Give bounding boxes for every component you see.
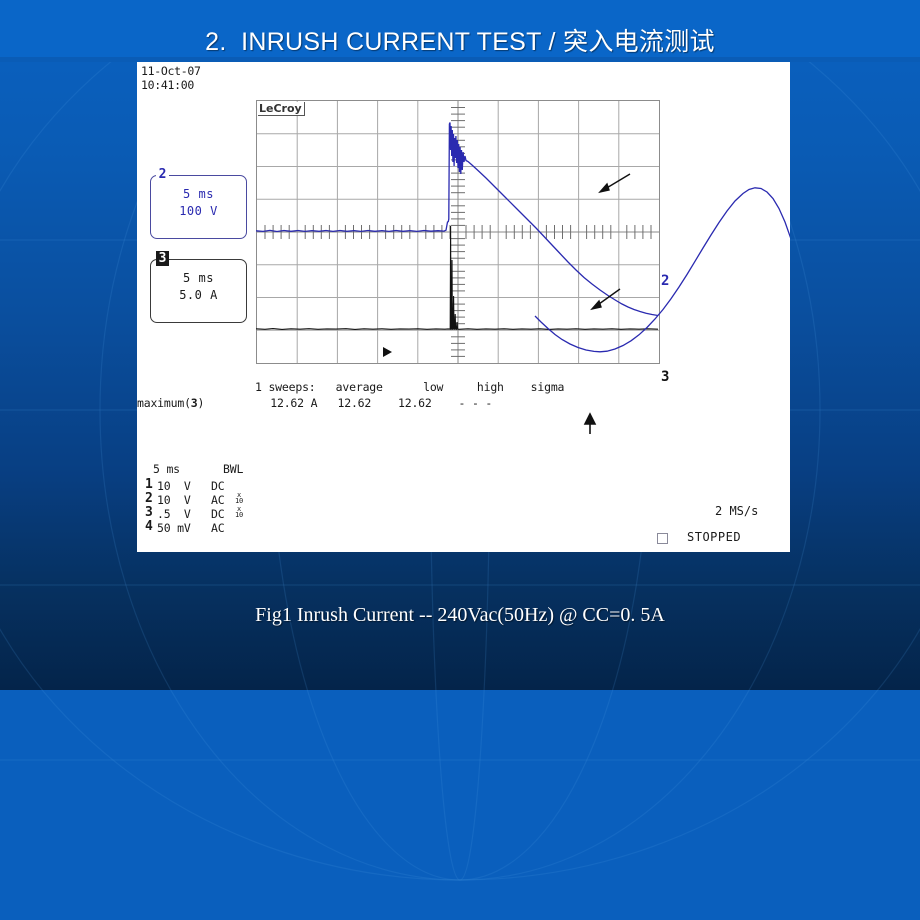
- measurement-header: 1 sweeps: average low high sigma: [255, 380, 565, 394]
- channel-2-descriptor[interactable]: 2 5 ms 100 V: [150, 167, 247, 239]
- sample-rate: 2 MS/s: [715, 504, 759, 518]
- channel-2-settings: 5 ms 100 V: [151, 186, 246, 220]
- figure-caption: Fig1 Inrush Current -- 240Vac(50Hz) @ CC…: [255, 604, 665, 626]
- channel-3-tag: 3: [156, 251, 169, 266]
- acquisition-status: STOPPED: [687, 530, 742, 544]
- settings-channel-1-coupling: DC: [211, 479, 225, 493]
- trigger-position-marker: [583, 412, 597, 434]
- channel-3-timebase: 5 ms: [183, 271, 214, 285]
- settings-channel-4-coupling: AC: [211, 521, 225, 535]
- settings-channel-2-coupling: AC: [211, 493, 225, 507]
- channel-2-timebase: 5 ms: [183, 187, 214, 201]
- settings-timebase: 5 ms: [153, 462, 180, 476]
- channel-3-settings: 5 ms 5.0 A: [151, 270, 246, 304]
- channel-3-descriptor[interactable]: 3 5 ms 5.0 A: [150, 251, 247, 323]
- settings-channel-3-probe: x 10: [235, 505, 244, 519]
- settings-bwl: BWL: [223, 462, 244, 476]
- trace-channel-2: [256, 122, 658, 317]
- title-english: INRUSH CURRENT TEST /: [241, 28, 556, 56]
- measurement-param-channel: 3: [190, 396, 198, 410]
- channel-2-tag: 2: [156, 167, 169, 182]
- trace-marker-channel-3: 3: [661, 369, 670, 385]
- settings-channel-2-scale: 10 V: [157, 493, 191, 507]
- page-title: 2. INRUSH CURRENT TEST / 突入电流测试: [0, 22, 920, 58]
- settings-channel-2-probe: x 10: [235, 491, 244, 505]
- channel-2-scale: 100 V: [179, 204, 218, 218]
- measurement-values: maximum(3) 12.62 A 12.62 12.62 - - -: [137, 395, 492, 411]
- status-indicator-icon: [657, 533, 668, 544]
- settings-channel-3-coupling: DC: [211, 507, 225, 521]
- waveform-traces: [256, 122, 658, 331]
- scope-date: 11-Oct-07: [141, 64, 201, 78]
- title-number: 2.: [205, 28, 227, 56]
- measurement-numbers: 12.62 A 12.62 12.62 - - -: [270, 396, 493, 410]
- settings-channel-1-scale: 10 V: [157, 479, 191, 493]
- channel-3-scale: 5.0 A: [179, 288, 218, 302]
- settings-channel-3-scale: .5 V: [157, 507, 191, 521]
- trace-channel-3: [256, 225, 658, 331]
- oscilloscope-screenshot: 11-Oct-07 10:41:00 2 5 ms 100 V 3 5 ms 5…: [137, 62, 790, 552]
- measurement-param-close: ): [197, 396, 205, 410]
- scope-datetime: 11-Oct-07 10:41:00: [141, 64, 201, 92]
- title-chinese: 突入电流测试: [563, 27, 715, 56]
- settings-channel-4-scale: 50 mV: [157, 521, 191, 535]
- measurement-param: maximum(: [137, 396, 191, 410]
- trace-marker-channel-2: 2: [661, 273, 670, 289]
- settings-channel-4-number[interactable]: 4: [145, 519, 153, 535]
- scope-time: 10:41:00: [141, 78, 194, 92]
